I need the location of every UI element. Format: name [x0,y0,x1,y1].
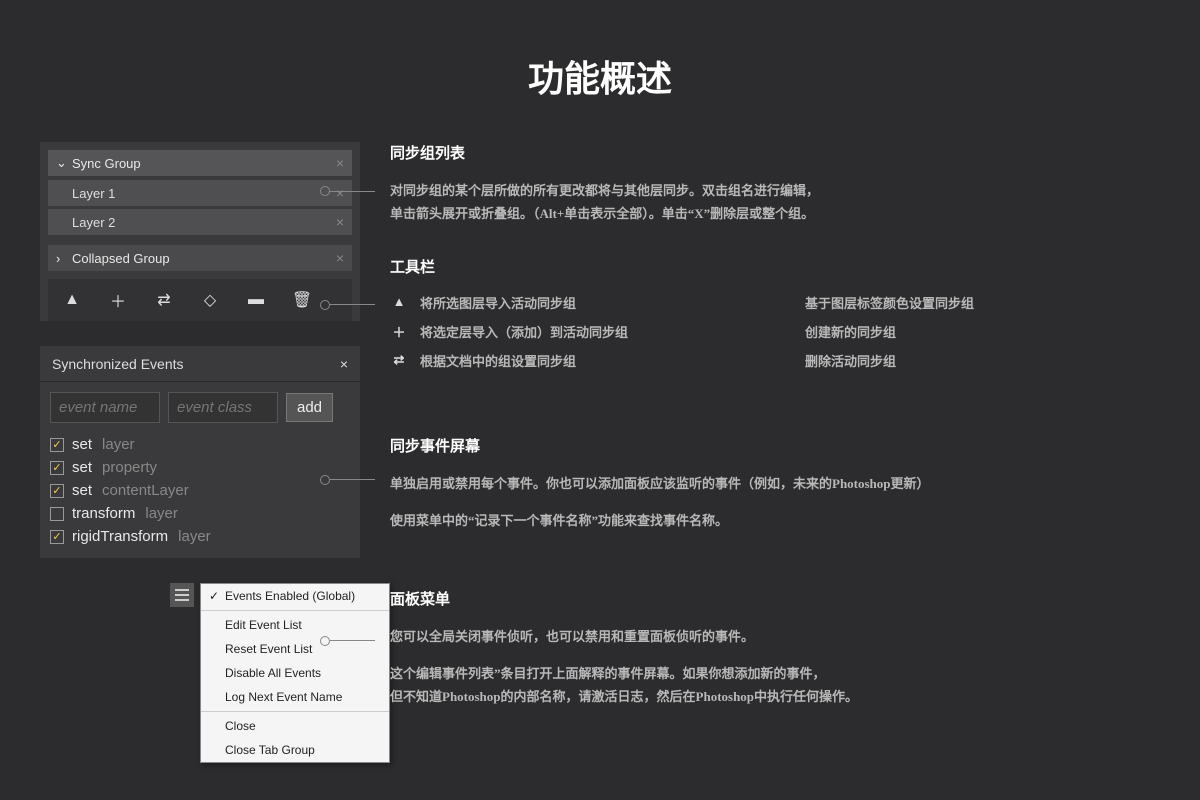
desc-toolbar: 工具栏 ▲将所选图层导入活动同步组 ＋将选定层导入（添加）到活动同步组 ⇄根据文… [390,256,1160,380]
connector-line [320,300,375,310]
group-name: Sync Group [72,156,141,171]
checkbox-icon[interactable]: ✓ [50,438,64,452]
import-icon[interactable]: ▲ [58,286,86,314]
sync-icon: ⇄ [390,352,408,368]
desc-events: 同步事件屏幕 单独启用或禁用每个事件。你也可以添加面板应该监听的事件（例如，未来… [390,435,1160,533]
menu-item[interactable]: Close Tab Group [201,738,389,762]
menu-separator [201,610,389,611]
desc-menu: 面板菜单 您可以全局关闭事件侦听，也可以禁用和重置面板侦听的事件。 这个编辑事件… [390,588,1160,709]
layer-name: Layer 2 [72,215,115,230]
section-text: 对同步组的某个层所做的所有更改都将与其他层同步。双击组名进行编辑， [390,179,1160,202]
connector-line [320,186,375,196]
toolbar-desc-row: 创建新的同步组 [805,322,1160,341]
checkbox-icon[interactable]: ✓ [50,484,64,498]
event-item[interactable]: ✓setproperty [50,456,350,479]
toolbar-desc-row: ▲将所选图层导入活动同步组 [390,293,745,312]
section-text: 这个编辑事件列表”条目打开上面解释的事件屏幕。如果你想添加新的事件， [390,662,1160,685]
checkbox-icon[interactable]: ✓ [50,507,64,521]
sync-group-panel: ⌄ Sync Group × Layer 1 × Layer 2 × › Col… [40,142,360,321]
trash-icon[interactable]: 🗑 [288,286,316,314]
connector-line [320,475,375,485]
close-icon[interactable]: × [340,356,348,372]
section-text: 使用菜单中的“记录下一个事件名称”功能来查找事件名称。 [390,509,1160,532]
events-panel: Synchronized Events × add ✓setlayer ✓set… [40,346,360,558]
folder-icon[interactable]: ▬ [242,286,270,314]
menu-item[interactable]: Close [201,714,389,738]
group-row-collapsed[interactable]: › Collapsed Group × [48,245,352,271]
menu-item[interactable]: Edit Event List [201,613,389,637]
event-item[interactable]: ✓transformlayer [50,502,350,525]
events-header: Synchronized Events × [40,346,360,382]
chevron-right-icon: › [56,251,72,266]
menu-item[interactable]: Disable All Events [201,661,389,685]
connector-line [320,636,375,646]
page-title: 功能概述 [0,0,1200,142]
section-text: 但不知道Photoshop的内部名称，请激活日志，然后在Photoshop中执行… [390,685,1160,708]
toolbar-desc-row: 基于图层标签颜色设置同步组 [805,293,1160,312]
event-item[interactable]: ✓setcontentLayer [50,479,350,502]
panel-title: Synchronized Events [52,356,184,372]
group-name: Collapsed Group [72,251,170,266]
context-menu: Events Enabled (Global) Edit Event List … [200,583,390,763]
close-icon[interactable]: × [336,250,344,266]
menu-item[interactable]: Log Next Event Name [201,685,389,709]
section-text: 您可以全局关闭事件侦听，也可以禁用和重置面板侦听的事件。 [390,625,1160,648]
events-list: ✓setlayer ✓setproperty ✓setcontentLayer … [40,433,360,558]
menu-area: Events Enabled (Global) Edit Event List … [40,583,360,763]
checkbox-icon[interactable]: ✓ [50,461,64,475]
section-heading: 面板菜单 [390,588,1160,609]
toolbar: ▲ ＋ ⇄ ◇ ▬ 🗑 [48,279,352,321]
chevron-down-icon: ⌄ [56,155,72,171]
add-icon[interactable]: ＋ [104,286,132,314]
import-icon: ▲ [390,294,408,310]
group-row-expanded[interactable]: ⌄ Sync Group × [48,150,352,176]
drop-icon[interactable]: ◇ [196,286,224,314]
event-name-input[interactable] [50,392,160,423]
toolbar-desc-row: 删除活动同步组 [805,351,1160,370]
menu-separator [201,711,389,712]
sync-icon[interactable]: ⇄ [150,286,178,314]
event-item[interactable]: ✓rigidTransformlayer [50,525,350,548]
event-item[interactable]: ✓setlayer [50,433,350,456]
event-class-input[interactable] [168,392,278,423]
add-button[interactable]: add [286,393,333,422]
close-icon[interactable]: × [336,214,344,230]
layer-name: Layer 1 [72,186,115,201]
checkbox-icon[interactable]: ✓ [50,530,64,544]
menu-item[interactable]: Events Enabled (Global) [201,584,389,608]
toolbar-desc-row: ⇄根据文档中的组设置同步组 [390,351,745,370]
desc-sync-groups: 同步组列表 对同步组的某个层所做的所有更改都将与其他层同步。双击组名进行编辑， … [390,142,1160,226]
section-heading: 同步组列表 [390,142,1160,163]
section-heading: 同步事件屏幕 [390,435,1160,456]
section-heading: 工具栏 [390,256,1160,277]
hamburger-icon[interactable] [170,583,194,607]
section-text: 单独启用或禁用每个事件。你也可以添加面板应该监听的事件（例如，未来的Photos… [390,472,1160,495]
close-icon[interactable]: × [336,155,344,171]
section-text: 单击箭头展开或折叠组。（Alt+单击表示全部）。单击“X”删除层或整个组。 [390,202,1160,225]
add-icon: ＋ [390,322,408,341]
layer-row[interactable]: Layer 2 × [48,209,352,235]
layer-row[interactable]: Layer 1 × [48,180,352,206]
toolbar-desc-row: ＋将选定层导入（添加）到活动同步组 [390,322,745,341]
